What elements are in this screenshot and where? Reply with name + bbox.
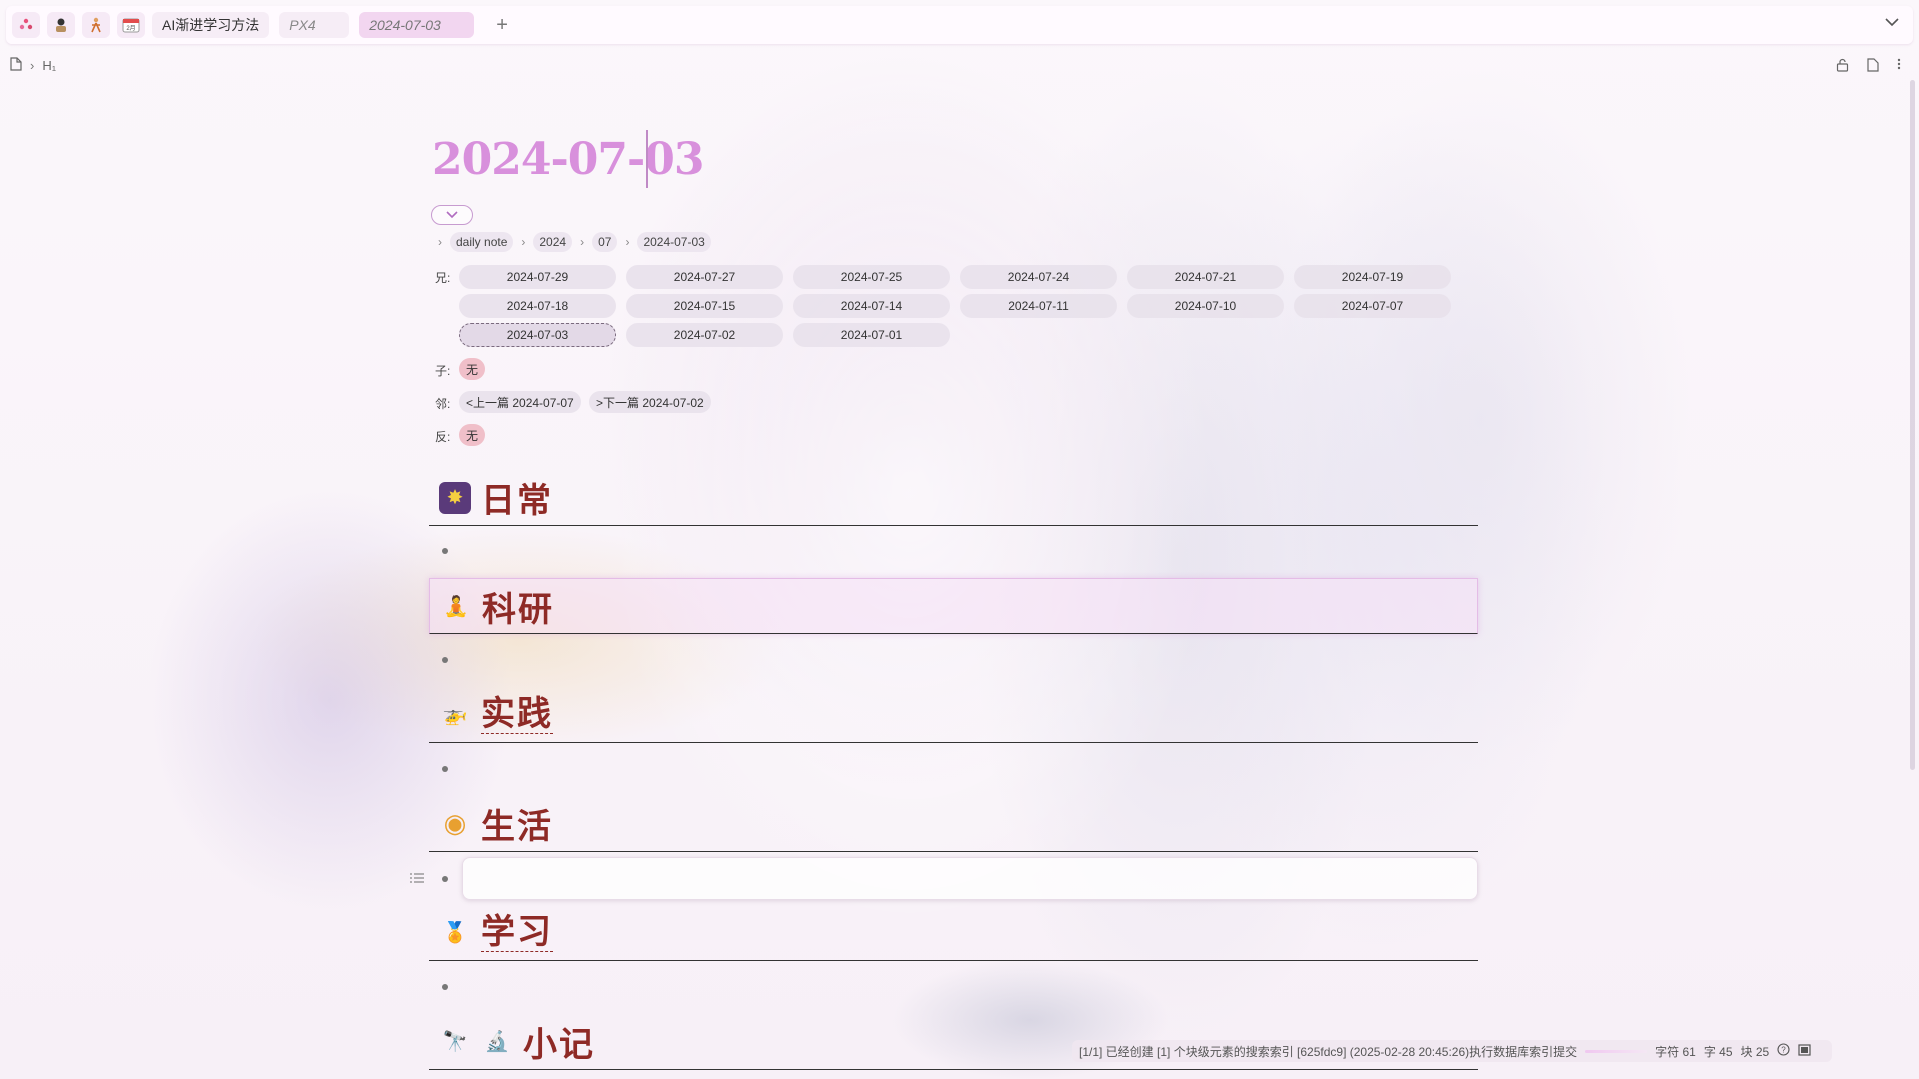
tab-px4[interactable]: PX4 bbox=[279, 12, 350, 38]
editing-block[interactable] bbox=[462, 857, 1478, 900]
disc-icon: ◉ bbox=[443, 808, 467, 838]
list-bullet[interactable] bbox=[442, 657, 448, 663]
heading-text: 学习 bbox=[481, 912, 553, 952]
sibling-pill[interactable]: 2024-07-14 bbox=[793, 294, 950, 318]
lock-icon[interactable] bbox=[1836, 58, 1849, 75]
block-count: 块 25 bbox=[1740, 1044, 1770, 1059]
new-tab-button[interactable]: + bbox=[496, 14, 508, 37]
child-label: 子: bbox=[435, 364, 451, 378]
chevron-right-icon: › bbox=[625, 235, 630, 249]
sibling-pill[interactable]: 2024-07-02 bbox=[626, 323, 783, 347]
sibling-label: 兄: bbox=[435, 271, 451, 285]
heading-text: 生活 bbox=[481, 807, 553, 847]
sibling-pill[interactable]: 2024-07-27 bbox=[626, 265, 783, 289]
medal-icon: 🏅 bbox=[442, 922, 468, 944]
chevron-down-icon[interactable] bbox=[1885, 14, 1899, 32]
crumb-year[interactable]: 2024 bbox=[533, 232, 573, 252]
heading-research[interactable]: 🧘 科研 bbox=[429, 578, 1478, 634]
heading-text: 小记 bbox=[523, 1025, 595, 1065]
heading-practice[interactable]: 🚁 实践 bbox=[429, 687, 1478, 743]
chevron-right-icon: › bbox=[438, 235, 442, 249]
list-bullet[interactable] bbox=[442, 876, 448, 882]
tab-2024-07-03[interactable]: 2024-07-03 bbox=[359, 12, 475, 38]
sibling-pill[interactable]: 2024-07-11 bbox=[960, 294, 1117, 318]
sibling-pill[interactable]: 2024-07-19 bbox=[1294, 265, 1451, 289]
sibling-pill[interactable]: 2024-07-29 bbox=[459, 265, 616, 289]
help-icon[interactable]: ? bbox=[1777, 1043, 1790, 1059]
svg-text:2月: 2月 bbox=[126, 25, 135, 32]
heading-text: 实践 bbox=[481, 694, 553, 734]
figure-icon[interactable] bbox=[82, 12, 110, 38]
tab-bar: 2月 AI渐进学习方法 PX4 2024-07-03 + bbox=[6, 6, 1913, 44]
list-menu-icon[interactable] bbox=[410, 872, 424, 886]
document-icon[interactable] bbox=[10, 57, 22, 74]
editor-actions bbox=[1836, 58, 1901, 75]
prev-link[interactable]: <上一篇 2024-07-07 bbox=[459, 391, 581, 413]
sibling-pill[interactable]: 2024-07-07 bbox=[1294, 294, 1451, 318]
next-link[interactable]: >下一篇 2024-07-02 bbox=[589, 391, 711, 413]
crumb-day[interactable]: 2024-07-03 bbox=[637, 232, 711, 252]
more-icon[interactable] bbox=[1897, 58, 1901, 75]
app-icon[interactable] bbox=[12, 12, 40, 38]
status-bar: [1/1] 已经创建 [1] 个块级元素的搜索索引 [625fdc9] (202… bbox=[1072, 1040, 1832, 1062]
helicopter-icon: 🚁 bbox=[442, 704, 468, 726]
meditation-icon: 🧘 bbox=[443, 595, 469, 618]
list-bullet[interactable] bbox=[442, 766, 448, 772]
telescope-icon: 🔭 bbox=[442, 1031, 468, 1053]
hierarchy-breadcrumb: › daily note › 2024 › 07 › 2024-07-03 bbox=[438, 232, 711, 252]
word-count: 字 45 bbox=[1703, 1044, 1733, 1059]
document-title[interactable]: 2024-07-03 bbox=[432, 134, 704, 185]
sibling-pill[interactable]: 2024-07-15 bbox=[626, 294, 783, 318]
char-count: 字符 61 bbox=[1655, 1044, 1696, 1059]
backlink-label: 反: bbox=[435, 430, 451, 444]
collapse-button[interactable] bbox=[431, 205, 473, 225]
tab-ai-learning[interactable]: AI渐进学习方法 bbox=[152, 12, 270, 38]
crumb-daily-note[interactable]: daily note bbox=[450, 232, 514, 252]
list-bullet[interactable] bbox=[442, 548, 448, 554]
scrollbar[interactable] bbox=[1910, 80, 1915, 770]
svg-text:?: ? bbox=[1781, 1046, 1786, 1055]
heading-life[interactable]: ◉ 生活 bbox=[429, 796, 1478, 852]
sibling-pill[interactable]: 2024-07-24 bbox=[960, 265, 1117, 289]
editor-breadcrumb: › H₁ bbox=[10, 57, 56, 74]
heading-text: 日常 bbox=[481, 481, 553, 521]
list-bullet[interactable] bbox=[442, 984, 448, 990]
neighbor-label: 邻: bbox=[435, 397, 451, 411]
avatar-icon[interactable] bbox=[47, 12, 75, 38]
chevron-right-icon: › bbox=[30, 58, 35, 73]
sibling-pill[interactable]: 2024-07-21 bbox=[1127, 265, 1284, 289]
progress-bar bbox=[1585, 1049, 1648, 1053]
child-tag[interactable]: 无 bbox=[459, 358, 486, 380]
chevron-right-icon: › bbox=[580, 235, 585, 249]
status-message: [1/1] 已经创建 [1] 个块级元素的搜索索引 [625fdc9] (202… bbox=[1079, 1044, 1578, 1059]
backlink-tag[interactable]: 无 bbox=[459, 424, 486, 446]
heading-text: 科研 bbox=[482, 589, 554, 630]
chevron-right-icon: › bbox=[521, 235, 526, 249]
sibling-pill[interactable]: 2024-07-25 bbox=[793, 265, 950, 289]
doc-info-icon[interactable] bbox=[1867, 58, 1879, 75]
sibling-pill[interactable]: 2024-07-03 bbox=[459, 323, 616, 347]
microscope-icon: 🔬 bbox=[484, 1031, 510, 1053]
text-caret bbox=[646, 130, 648, 188]
crumb-month[interactable]: 07 bbox=[592, 232, 618, 252]
sparkle-icon: ✸ bbox=[439, 481, 471, 514]
dock-icon[interactable] bbox=[1798, 1043, 1811, 1059]
calendar-icon[interactable]: 2月 bbox=[117, 12, 145, 38]
sibling-pill[interactable]: 2024-07-01 bbox=[793, 323, 950, 347]
heading-marker[interactable]: H₁ bbox=[42, 58, 56, 73]
sibling-pill[interactable]: 2024-07-10 bbox=[1127, 294, 1284, 318]
heading-study[interactable]: 🏅 学习 bbox=[429, 905, 1478, 961]
sibling-pill[interactable]: 2024-07-18 bbox=[459, 294, 616, 318]
heading-daily[interactable]: ✸ 日常 bbox=[429, 470, 1478, 526]
